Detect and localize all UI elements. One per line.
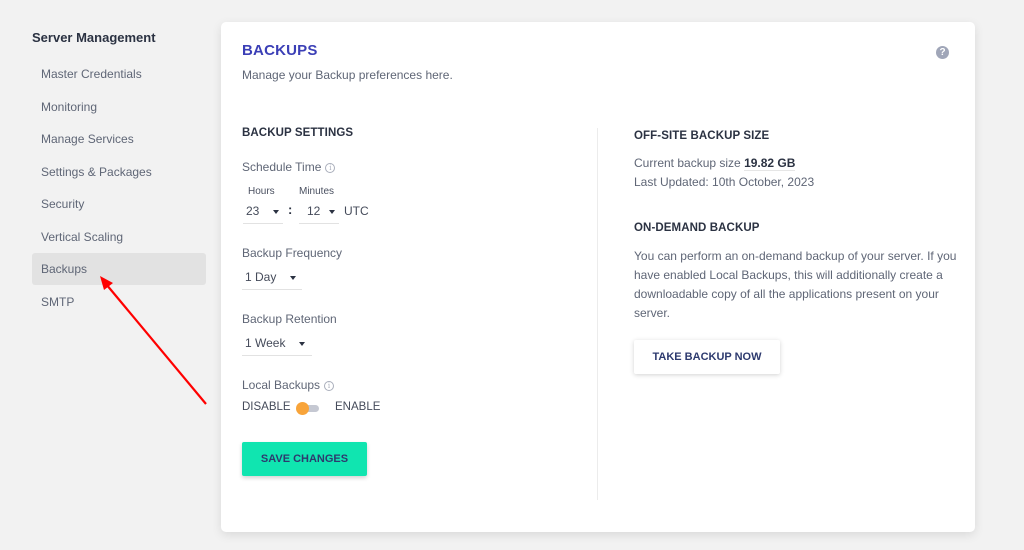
- sidebar-item-monitoring[interactable]: Monitoring: [32, 91, 206, 123]
- local-backups-toggle[interactable]: [296, 402, 319, 415]
- sidebar-item-smtp[interactable]: SMTP: [32, 286, 206, 318]
- hours-label: Hours: [248, 186, 275, 197]
- schedule-time-label: Schedule Time i: [242, 160, 336, 174]
- help-icon[interactable]: ?: [936, 46, 949, 59]
- backup-size-prefix: Current backup size: [634, 156, 741, 170]
- schedule-time-label-text: Schedule Time: [242, 160, 322, 174]
- backup-size-value: 19.82 GB: [744, 156, 796, 171]
- hours-value: 23: [246, 204, 260, 218]
- local-backups-label: Local Backups i: [242, 378, 335, 392]
- timezone-label: UTC: [344, 204, 369, 218]
- toggle-enable-label: ENABLE: [335, 401, 381, 413]
- sidebar-item-security[interactable]: Security: [32, 188, 206, 220]
- backup-retention-value: 1 Week: [245, 336, 286, 350]
- local-backups-label-text: Local Backups: [242, 378, 321, 392]
- sidebar-item-backups[interactable]: Backups: [32, 253, 206, 285]
- page-title: BACKUPS: [242, 42, 318, 59]
- caret-down-icon: [290, 276, 296, 280]
- minutes-select[interactable]: 12: [299, 200, 339, 224]
- info-icon[interactable]: i: [325, 163, 336, 173]
- minutes-value: 12: [307, 204, 321, 218]
- caret-down-icon: [273, 210, 279, 214]
- caret-down-icon: [299, 342, 305, 346]
- sidebar-item-settings-packages[interactable]: Settings & Packages: [32, 156, 206, 188]
- backup-settings-heading: BACKUP SETTINGS: [242, 127, 354, 139]
- on-demand-backup-heading: ON-DEMAND BACKUP: [634, 222, 760, 234]
- backup-frequency-label: Backup Frequency: [242, 246, 343, 260]
- sidebar-item-vertical-scaling[interactable]: Vertical Scaling: [32, 221, 206, 253]
- current-backup-size: Current backup size 19.82 GB: [634, 156, 796, 171]
- minutes-label: Minutes: [299, 186, 335, 197]
- sidebar-title: Server Management: [32, 30, 156, 45]
- caret-down-icon: [329, 210, 335, 214]
- offsite-backup-heading: OFF-SITE BACKUP SIZE: [634, 130, 770, 142]
- toggle-knob: [296, 402, 309, 415]
- time-separator: :: [288, 202, 293, 217]
- toggle-disable-label: DISABLE: [242, 401, 291, 413]
- page-subtitle: Manage your Backup preferences here.: [242, 68, 453, 82]
- column-divider: [597, 128, 598, 500]
- hours-select[interactable]: 23: [243, 200, 283, 224]
- backup-frequency-value: 1 Day: [245, 270, 277, 284]
- save-changes-button[interactable]: SAVE CHANGES: [242, 442, 367, 476]
- backup-retention-select[interactable]: 1 Week: [242, 332, 312, 356]
- backup-frequency-select[interactable]: 1 Day: [242, 266, 302, 290]
- backups-card: BACKUPS Manage your Backup preferences h…: [221, 22, 975, 532]
- on-demand-description: You can perform an on-demand backup of y…: [634, 249, 957, 320]
- sidebar-item-master-credentials[interactable]: Master Credentials: [32, 58, 206, 90]
- info-icon[interactable]: i: [324, 381, 335, 391]
- sidebar-item-manage-services[interactable]: Manage Services: [32, 123, 206, 155]
- sidebar: Server Management Master Credentials Mon…: [32, 28, 206, 318]
- last-updated: Last Updated: 10th October, 2023: [634, 175, 815, 189]
- take-backup-now-button[interactable]: TAKE BACKUP NOW: [634, 340, 780, 374]
- backup-retention-label: Backup Retention: [242, 312, 337, 326]
